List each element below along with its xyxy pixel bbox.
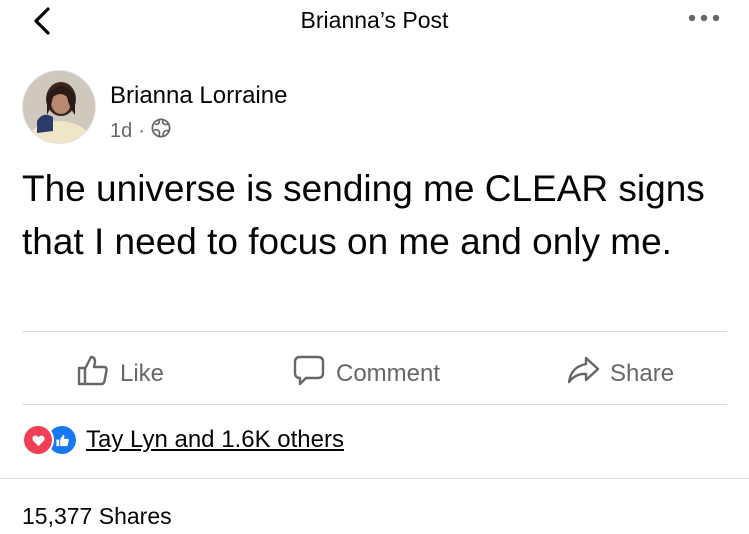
author-name[interactable]: Brianna Lorraine (110, 82, 287, 110)
more-dots-icon[interactable] (686, 10, 722, 26)
thumbs-up-icon (76, 353, 110, 394)
divider (0, 478, 749, 479)
reactions-text: Tay Lyn and 1.6K others (86, 426, 344, 453)
comment-label: Comment (336, 359, 441, 387)
post-header: Brianna Lorraine 1d · (22, 70, 722, 146)
globe-icon (151, 118, 171, 144)
share-label: Share (610, 359, 675, 387)
share-arrow-icon (566, 353, 600, 394)
page-title: Brianna’s Post (300, 7, 449, 33)
divider (22, 331, 727, 332)
top-bar: Brianna’s Post (0, 0, 749, 40)
post-meta: 1d · (110, 118, 171, 144)
comment-icon (292, 353, 326, 394)
shares-count[interactable]: 15,377 Shares (22, 503, 172, 530)
share-button[interactable]: Share (566, 353, 674, 394)
avatar[interactable] (22, 70, 96, 144)
post-text: The universe is sending me CLEAR signs t… (22, 168, 705, 262)
divider (22, 404, 727, 405)
like-label: Like (120, 359, 165, 387)
love-reaction-icon (22, 424, 54, 456)
comment-button[interactable]: Comment (292, 353, 440, 394)
post-time[interactable]: 1d (110, 120, 132, 143)
action-bar: Like Comment Share (0, 345, 749, 395)
like-button[interactable]: Like (76, 353, 164, 394)
meta-separator: · (138, 119, 145, 142)
reactions-summary[interactable]: Tay Lyn and 1.6K others (22, 424, 344, 456)
